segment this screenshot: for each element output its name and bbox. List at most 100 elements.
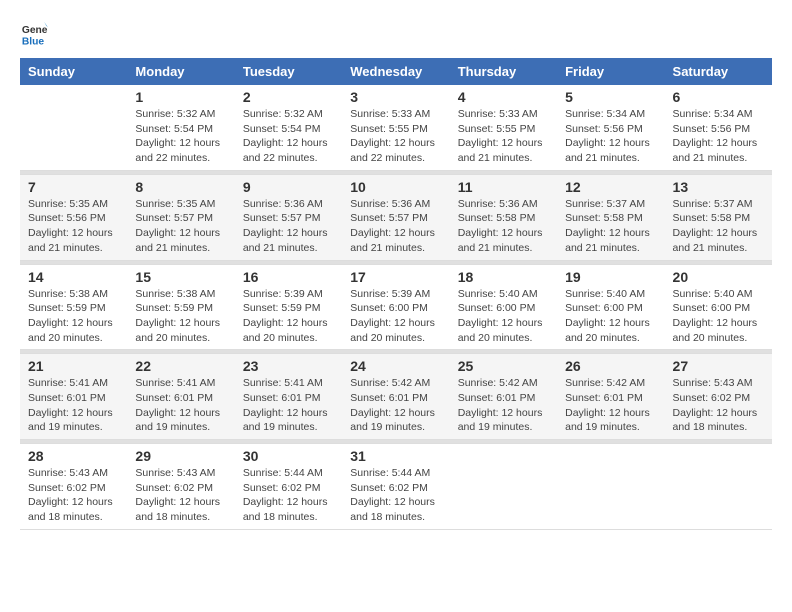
calendar-cell-w1d2: 1Sunrise: 5:32 AM Sunset: 5:54 PM Daylig… <box>127 85 234 170</box>
calendar-cell-w4d6: 26 Sunrise: 5:42 AM Sunset: 6:01 PM Dayli… <box>557 354 664 440</box>
day-number: 15 <box>135 269 226 285</box>
calendar-cell-w3d6: 19Sunrise: 5:40 AM Sunset: 6:00 PM Dayli… <box>557 264 664 350</box>
day-number: 4 <box>458 89 549 105</box>
svg-text:Blue: Blue <box>22 36 45 47</box>
day-info: Sunrise: 5:41 AM Sunset: 6:01 PM Dayligh… <box>243 376 334 435</box>
day-info: Sunrise: 5:43 AM Sunset: 6:02 PM Dayligh… <box>673 376 764 435</box>
logo-icon: General Blue <box>20 20 48 48</box>
calendar-cell-w5d2: 29 Sunrise: 5:43 AM Sunset: 6:02 PM Dayli… <box>127 444 234 530</box>
day-info: Sunrise: 5:41 AM Sunset: 6:01 PM Dayligh… <box>28 376 119 435</box>
logo: General Blue <box>20 20 52 48</box>
day-number: 17 <box>350 269 441 285</box>
day-info: Sunrise: 5:43 AM Sunset: 6:02 PM Dayligh… <box>135 466 226 525</box>
calendar-cell-w4d2: 22 Sunrise: 5:41 AM Sunset: 6:01 PM Dayli… <box>127 354 234 440</box>
col-wednesday: Wednesday <box>342 58 449 85</box>
day-number: 29 <box>135 448 226 464</box>
calendar-cell-w4d4: 24Sunrise: 5:42 AM Sunset: 6:01 PM Dayli… <box>342 354 449 440</box>
day-info: Sunrise: 5:32 AM Sunset: 5:54 PM Dayligh… <box>243 107 334 166</box>
day-info: Sunrise: 5:37 AM Sunset: 5:58 PM Dayligh… <box>673 197 764 256</box>
calendar-cell-w3d1: 14 Sunrise: 5:38 AM Sunset: 5:59 PM Dayli… <box>20 264 127 350</box>
svg-text:General: General <box>22 25 48 36</box>
day-info: Sunrise: 5:42 AM Sunset: 6:01 PM Dayligh… <box>458 376 549 435</box>
calendar-week-5: 28 Sunrise: 5:43 AM Sunset: 6:02 PM Dayli… <box>20 444 772 530</box>
day-number: 21 <box>28 358 119 374</box>
day-info: Sunrise: 5:35 AM Sunset: 5:57 PM Dayligh… <box>135 197 226 256</box>
col-friday: Friday <box>557 58 664 85</box>
day-info: Sunrise: 5:38 AM Sunset: 5:59 PM Dayligh… <box>28 287 119 346</box>
day-number: 11 <box>458 179 549 195</box>
calendar-cell-w1d4: 3 Sunrise: 5:33 AM Sunset: 5:55 PM Daylig… <box>342 85 449 170</box>
day-info: Sunrise: 5:44 AM Sunset: 6:02 PM Dayligh… <box>350 466 441 525</box>
day-number: 6 <box>673 89 764 105</box>
day-number: 12 <box>565 179 656 195</box>
day-info: Sunrise: 5:40 AM Sunset: 6:00 PM Dayligh… <box>565 287 656 346</box>
calendar-cell-w4d5: 25 Sunrise: 5:42 AM Sunset: 6:01 PM Dayli… <box>450 354 557 440</box>
day-number: 31 <box>350 448 441 464</box>
day-number: 23 <box>243 358 334 374</box>
calendar-cell-w1d1 <box>20 85 127 170</box>
calendar-cell-w1d6: 5 Sunrise: 5:34 AM Sunset: 5:56 PM Daylig… <box>557 85 664 170</box>
calendar-cell-w2d5: 11 Sunrise: 5:36 AM Sunset: 5:58 PM Dayli… <box>450 174 557 260</box>
calendar-cell-w3d4: 17 Sunrise: 5:39 AM Sunset: 6:00 PM Dayli… <box>342 264 449 350</box>
calendar-cell-w5d4: 31 Sunrise: 5:44 AM Sunset: 6:02 PM Dayli… <box>342 444 449 530</box>
col-thursday: Thursday <box>450 58 557 85</box>
col-sunday: Sunday <box>20 58 127 85</box>
calendar-cell-w2d7: 13Sunrise: 5:37 AM Sunset: 5:58 PM Dayli… <box>665 174 772 260</box>
calendar-cell-w3d3: 16Sunrise: 5:39 AM Sunset: 5:59 PM Dayli… <box>235 264 342 350</box>
calendar-cell-w2d6: 12 Sunrise: 5:37 AM Sunset: 5:58 PM Dayli… <box>557 174 664 260</box>
calendar-week-3: 14 Sunrise: 5:38 AM Sunset: 5:59 PM Dayli… <box>20 264 772 350</box>
day-info: Sunrise: 5:33 AM Sunset: 5:55 PM Dayligh… <box>350 107 441 166</box>
day-number: 28 <box>28 448 119 464</box>
calendar-week-4: 21 Sunrise: 5:41 AM Sunset: 6:01 PM Dayli… <box>20 354 772 440</box>
day-info: Sunrise: 5:34 AM Sunset: 5:56 PM Dayligh… <box>565 107 656 166</box>
day-info: Sunrise: 5:44 AM Sunset: 6:02 PM Dayligh… <box>243 466 334 525</box>
calendar-cell-w4d1: 21 Sunrise: 5:41 AM Sunset: 6:01 PM Dayli… <box>20 354 127 440</box>
day-info: Sunrise: 5:33 AM Sunset: 5:55 PM Dayligh… <box>458 107 549 166</box>
calendar-table: Sunday Monday Tuesday Wednesday Thursday… <box>20 58 772 530</box>
calendar-cell-w4d3: 23 Sunrise: 5:41 AM Sunset: 6:01 PM Dayli… <box>235 354 342 440</box>
day-info: Sunrise: 5:39 AM Sunset: 5:59 PM Dayligh… <box>243 287 334 346</box>
calendar-cell-w3d2: 15 Sunrise: 5:38 AM Sunset: 5:59 PM Dayli… <box>127 264 234 350</box>
col-tuesday: Tuesday <box>235 58 342 85</box>
day-info: Sunrise: 5:34 AM Sunset: 5:56 PM Dayligh… <box>673 107 764 166</box>
calendar-cell-w3d7: 20 Sunrise: 5:40 AM Sunset: 6:00 PM Dayli… <box>665 264 772 350</box>
day-number: 5 <box>565 89 656 105</box>
calendar-cell-w5d1: 28Sunrise: 5:43 AM Sunset: 6:02 PM Dayli… <box>20 444 127 530</box>
day-number: 27 <box>673 358 764 374</box>
day-number: 7 <box>28 179 119 195</box>
header-section: General Blue <box>20 20 772 48</box>
day-info: Sunrise: 5:40 AM Sunset: 6:00 PM Dayligh… <box>673 287 764 346</box>
day-info: Sunrise: 5:38 AM Sunset: 5:59 PM Dayligh… <box>135 287 226 346</box>
col-saturday: Saturday <box>665 58 772 85</box>
calendar-cell-w5d5 <box>450 444 557 530</box>
day-info: Sunrise: 5:42 AM Sunset: 6:01 PM Dayligh… <box>350 376 441 435</box>
day-info: Sunrise: 5:41 AM Sunset: 6:01 PM Dayligh… <box>135 376 226 435</box>
calendar-cell-w2d2: 8Sunrise: 5:35 AM Sunset: 5:57 PM Daylig… <box>127 174 234 260</box>
calendar-cell-w1d3: 2 Sunrise: 5:32 AM Sunset: 5:54 PM Daylig… <box>235 85 342 170</box>
calendar-cell-w5d6 <box>557 444 664 530</box>
day-number: 2 <box>243 89 334 105</box>
calendar-cell-w5d7 <box>665 444 772 530</box>
day-number: 9 <box>243 179 334 195</box>
day-info: Sunrise: 5:35 AM Sunset: 5:56 PM Dayligh… <box>28 197 119 256</box>
day-info: Sunrise: 5:40 AM Sunset: 6:00 PM Dayligh… <box>458 287 549 346</box>
day-number: 3 <box>350 89 441 105</box>
calendar-cell-w5d3: 30Sunrise: 5:44 AM Sunset: 6:02 PM Dayli… <box>235 444 342 530</box>
header-row: Sunday Monday Tuesday Wednesday Thursday… <box>20 58 772 85</box>
day-number: 20 <box>673 269 764 285</box>
day-info: Sunrise: 5:37 AM Sunset: 5:58 PM Dayligh… <box>565 197 656 256</box>
day-number: 26 <box>565 358 656 374</box>
day-number: 14 <box>28 269 119 285</box>
day-info: Sunrise: 5:39 AM Sunset: 6:00 PM Dayligh… <box>350 287 441 346</box>
day-number: 22 <box>135 358 226 374</box>
day-info: Sunrise: 5:42 AM Sunset: 6:01 PM Dayligh… <box>565 376 656 435</box>
day-number: 1 <box>135 89 226 105</box>
day-number: 18 <box>458 269 549 285</box>
calendar-cell-w1d7: 6 Sunrise: 5:34 AM Sunset: 5:56 PM Daylig… <box>665 85 772 170</box>
day-number: 25 <box>458 358 549 374</box>
day-info: Sunrise: 5:36 AM Sunset: 5:57 PM Dayligh… <box>243 197 334 256</box>
day-info: Sunrise: 5:36 AM Sunset: 5:58 PM Dayligh… <box>458 197 549 256</box>
calendar-cell-w4d7: 27 Sunrise: 5:43 AM Sunset: 6:02 PM Dayli… <box>665 354 772 440</box>
calendar-cell-w2d1: 7 Sunrise: 5:35 AM Sunset: 5:56 PM Daylig… <box>20 174 127 260</box>
calendar-week-1: 1 Sunrise: 5:32 AM Sunset: 5:54 PM Daylig… <box>20 85 772 170</box>
